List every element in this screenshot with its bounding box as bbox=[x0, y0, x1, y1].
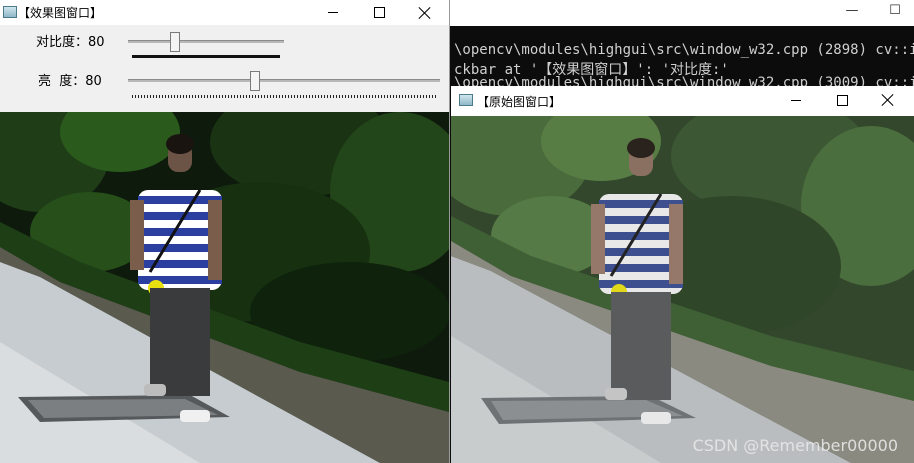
console-minimize-button[interactable]: — bbox=[832, 0, 872, 26]
minimize-button[interactable] bbox=[310, 0, 356, 25]
window-app-icon bbox=[3, 6, 17, 18]
contrast-tick-marks bbox=[132, 55, 280, 58]
original-window-titlebar[interactable]: 【原始图窗口】 bbox=[451, 86, 914, 114]
brightness-tick-marks bbox=[132, 95, 436, 98]
close-icon bbox=[419, 7, 431, 19]
console-maximize-button[interactable]: ☐ bbox=[875, 0, 914, 26]
maximize-icon bbox=[836, 94, 848, 106]
effect-window-title: 【效果图窗口】 bbox=[18, 6, 103, 20]
brightness-trackbar-label: 亮 度：80 bbox=[38, 74, 102, 89]
minimize-button[interactable] bbox=[773, 86, 819, 114]
maximize-button[interactable] bbox=[356, 0, 402, 25]
console-titlebar: — ☐ bbox=[450, 0, 914, 26]
effect-window: 【效果图窗口】 对比度：80 亮 度：80 bbox=[0, 0, 450, 463]
effect-image-graphic bbox=[0, 112, 449, 463]
original-window-title: 【原始图窗口】 bbox=[477, 95, 562, 109]
close-button[interactable] bbox=[865, 86, 911, 114]
original-window: 【原始图窗口】 bbox=[451, 86, 914, 463]
effect-image bbox=[0, 112, 449, 463]
watermark-text: CSDN @Remember00000 bbox=[692, 436, 898, 455]
brightness-slider-thumb[interactable] bbox=[250, 71, 260, 91]
console-line: \opencv\modules\highgui\src\window_w32.c… bbox=[454, 42, 914, 58]
minimize-icon bbox=[791, 99, 801, 101]
window-app-icon bbox=[459, 94, 473, 106]
maximize-icon bbox=[373, 7, 385, 18]
maximize-button[interactable] bbox=[819, 86, 865, 114]
brightness-slider-track[interactable] bbox=[128, 79, 440, 82]
original-image-graphic bbox=[451, 116, 914, 463]
contrast-slider-track[interactable] bbox=[128, 40, 284, 43]
effect-window-titlebar[interactable]: 【效果图窗口】 bbox=[0, 0, 449, 25]
minimize-icon bbox=[328, 12, 338, 13]
contrast-trackbar-label: 对比度：80 bbox=[36, 35, 105, 50]
original-image bbox=[451, 116, 914, 463]
contrast-slider-thumb[interactable] bbox=[170, 32, 180, 52]
close-button[interactable] bbox=[402, 0, 448, 25]
close-icon bbox=[882, 94, 894, 106]
